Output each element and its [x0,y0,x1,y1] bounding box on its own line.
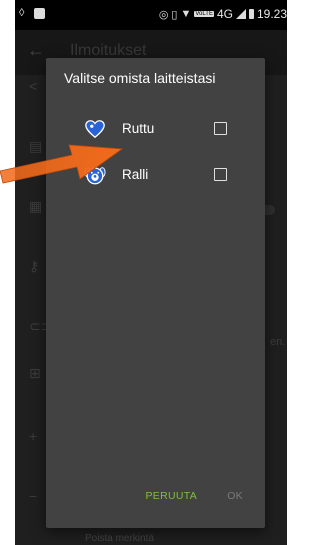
phone-frame: ◊ ◎ ▯ ▼ VoLTE 4G 19.23 ← Ilmoitukset < ▤… [0,0,287,545]
dialog-actions: PERUUTA OK [46,490,265,510]
network-type: 4G [216,7,233,21]
clock: 19.23 [256,7,287,21]
battery-icon [248,9,254,19]
device-checkbox[interactable] [214,168,227,181]
screenshot-icon [34,7,46,19]
device-checkbox[interactable] [214,122,227,135]
cancel-button[interactable]: PERUUTA [146,490,198,502]
device-name: Ralli [122,167,149,182]
status-bar: ◊ ◎ ▯ ▼ VoLTE 4G 19.23 [15,0,287,30]
device-name: Ruttu [122,121,155,136]
volte-badge: VoLTE [194,11,214,17]
signal-icon [235,9,246,19]
sync-icon: ◎ [158,8,169,21]
dialog-title: Valitse omista laitteistasi [64,70,216,86]
location-icon: ◊ [19,7,25,19]
ok-button[interactable]: OK [227,490,243,502]
vibrate-icon: ▯ [171,8,178,21]
screen: ◊ ◎ ▯ ▼ VoLTE 4G 19.23 ← Ilmoitukset < ▤… [15,0,287,545]
annotation-arrow-icon [0,144,124,184]
wifi-icon: ▼ [180,8,192,20]
